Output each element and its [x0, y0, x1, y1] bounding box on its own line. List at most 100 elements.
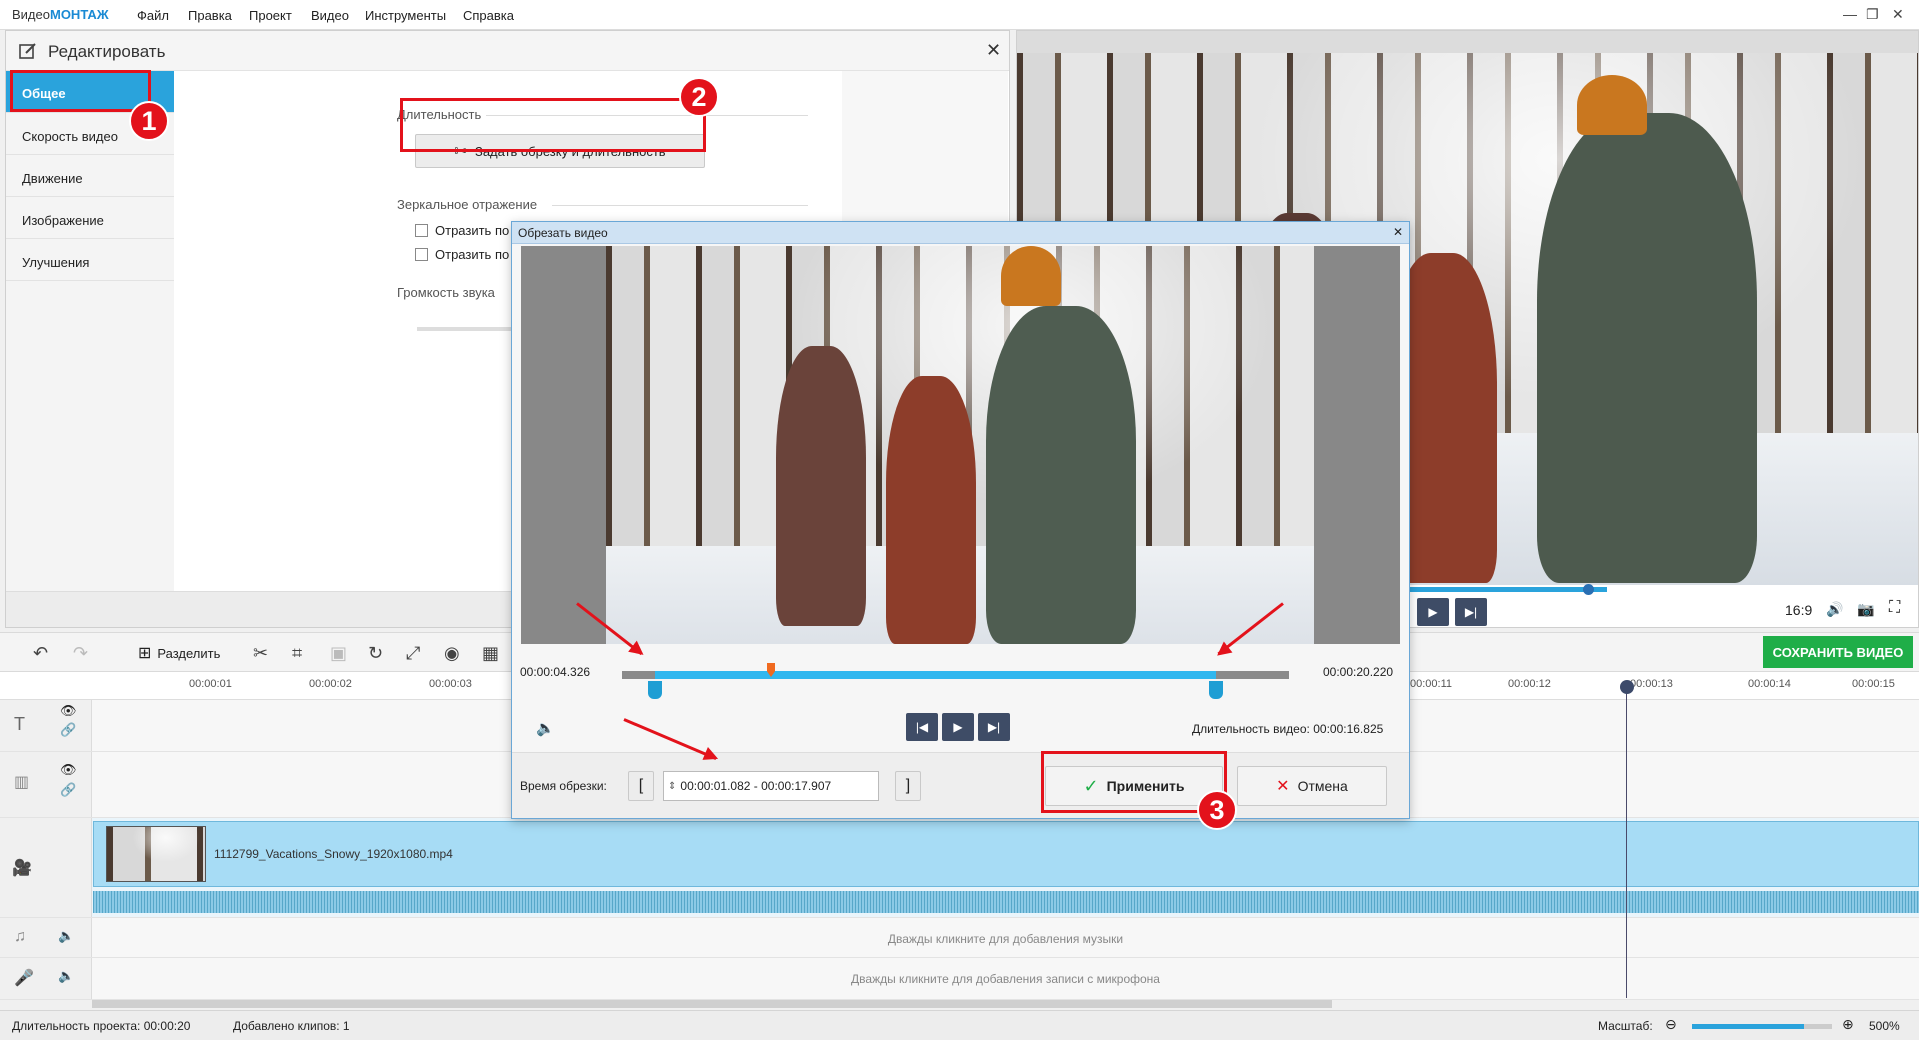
trim-range[interactable]: [655, 671, 1216, 679]
minimize-button[interactable]: —: [1843, 6, 1857, 22]
crop-icon[interactable]: ⌗: [292, 643, 302, 664]
zoom-slider[interactable]: [1692, 1024, 1832, 1029]
trim-time-input[interactable]: ⇕ 00:00:01.082 - 00:00:17.907: [663, 771, 879, 801]
redo-icon[interactable]: ↷: [73, 643, 88, 664]
film-icon: ▥: [14, 774, 30, 791]
trim-hat: [1001, 246, 1061, 306]
edit-sidebar: Общее Скорость видео Движение Изображени…: [6, 71, 174, 627]
rotate-icon[interactable]: ↻: [368, 643, 383, 664]
trim-track[interactable]: [622, 663, 1289, 699]
menu-help[interactable]: Справка: [463, 8, 514, 23]
trim-next-button[interactable]: ▶|: [978, 713, 1010, 741]
trim-end-handle[interactable]: [1208, 681, 1223, 699]
save-video-button[interactable]: СОХРАНИТЬ ВИДЕО: [1763, 636, 1913, 668]
tab-speed-label: Скорость видео: [22, 129, 118, 144]
mirror-v-row[interactable]: Отразить по: [415, 247, 509, 262]
trim-start-handle[interactable]: [648, 681, 663, 699]
menu-bar: ВидеоМОНТАЖ Файл Правка Проект Видео Инс…: [0, 0, 1919, 30]
set-start-button[interactable]: [: [628, 771, 654, 801]
speaker-icon[interactable]: 🔈: [58, 928, 74, 944]
split-icon: ⊞: [138, 645, 152, 662]
timeline-scrollbar[interactable]: [92, 1000, 1332, 1008]
video-clip[interactable]: 1112799_Vacations_Snowy_1920x1080.mp4: [93, 821, 1919, 887]
trim-play-button[interactable]: ▶: [942, 713, 974, 741]
edit-title: Редактировать: [48, 42, 166, 61]
highlight-general-tab: [10, 70, 151, 112]
ruler-tick: 00:00:02: [309, 678, 352, 690]
eye-icon[interactable]: 👁: [60, 703, 77, 719]
menu-project[interactable]: Проект: [249, 8, 292, 23]
volume-slider[interactable]: [417, 327, 517, 331]
undo-icon[interactable]: ↶: [33, 643, 48, 664]
trim-start-time: 00:00:04.326: [520, 665, 591, 679]
tab-improve-label: Улучшения: [22, 255, 90, 270]
zoom-label: Масштаб:: [1598, 1019, 1653, 1033]
link-icon[interactable]: 🔗: [60, 722, 76, 738]
trim-video: [521, 246, 1400, 644]
edit-icon: [19, 43, 36, 59]
fullscreen-icon[interactable]: ⛶: [1889, 599, 1900, 617]
play-icon: ▶: [1428, 605, 1438, 619]
frame-icon[interactable]: ▣: [330, 643, 347, 664]
speaker-icon[interactable]: 🔈: [58, 968, 74, 984]
app-logo: ВидеоМОНТАЖ: [12, 7, 109, 22]
microphone-icon: 🎤: [14, 970, 34, 987]
trim-prev-button[interactable]: |◀: [906, 713, 938, 741]
trim-volume-icon[interactable]: 🔈: [536, 719, 555, 737]
menu-edit[interactable]: Правка: [188, 8, 232, 23]
video-track-head: 🎥: [0, 818, 92, 917]
menu-file[interactable]: Файл: [137, 8, 169, 23]
cut-icon[interactable]: ✂: [253, 643, 268, 664]
aspect-ratio-select[interactable]: 16:9: [1785, 602, 1812, 618]
preview-next-button[interactable]: ▶|: [1455, 598, 1487, 626]
tab-improve[interactable]: Улучшения: [6, 239, 174, 281]
volume-label: Громкость звука: [397, 285, 495, 300]
link-icon[interactable]: 🔗: [60, 782, 76, 798]
trim-dialog-close-button[interactable]: ✕: [1393, 225, 1403, 239]
trim-person-man: [986, 306, 1136, 644]
mirror-h-checkbox[interactable]: [415, 224, 428, 237]
edit-close-button[interactable]: ✕: [986, 40, 1001, 61]
maximize-button[interactable]: ❐: [1866, 6, 1879, 23]
video-duration: Длительность видео: 00:00:16.825: [1192, 722, 1383, 736]
filter-icon[interactable]: ▦: [482, 643, 499, 664]
volume-icon[interactable]: 🔊: [1826, 601, 1843, 618]
music-track[interactable]: ♫ 🔈 Дважды кликните для добавления музык…: [0, 918, 1919, 958]
mirror-v-checkbox[interactable]: [415, 248, 428, 261]
close-window-button[interactable]: ✕: [1892, 6, 1904, 23]
trim-time-label: Время обрезки:: [520, 779, 607, 793]
play-icon: ▶: [953, 720, 963, 734]
trim-time-value: 00:00:01.082 - 00:00:17.907: [680, 779, 832, 793]
text-track-head: T 👁 🔗: [0, 700, 92, 751]
mic-track[interactable]: 🎤 🔈 Дважды кликните для добавления запис…: [0, 958, 1919, 1000]
zoom-out-icon[interactable]: ⊖: [1665, 1016, 1677, 1033]
menu-tools[interactable]: Инструменты: [365, 8, 446, 23]
playhead-handle[interactable]: [1620, 680, 1634, 694]
preview-play-button[interactable]: ▶: [1417, 598, 1449, 626]
mirror-label: Зеркальное отражение: [397, 197, 538, 212]
tab-image[interactable]: Изображение: [6, 197, 174, 239]
cancel-button[interactable]: ✕ Отмена: [1237, 766, 1387, 806]
audio-waveform[interactable]: [93, 891, 1919, 913]
playhead[interactable]: [1626, 682, 1627, 998]
spin-icon[interactable]: ⇕: [664, 781, 680, 792]
resize-icon[interactable]: ⤢: [406, 643, 420, 664]
clip-thumbnail: [106, 826, 206, 882]
skip-next-icon: ▶|: [987, 720, 1001, 734]
edit-header: Редактировать ✕: [6, 31, 1009, 71]
clip-name: 1112799_Vacations_Snowy_1920x1080.mp4: [214, 847, 453, 861]
eye-icon[interactable]: 👁: [60, 762, 77, 778]
menu-video[interactable]: Видео: [311, 8, 349, 23]
zoom-in-icon[interactable]: ⊕: [1842, 1016, 1854, 1033]
effects-icon[interactable]: ◉: [444, 643, 460, 664]
ruler-tick: 00:00:13: [1630, 678, 1673, 690]
set-end-button[interactable]: ]: [895, 771, 921, 801]
skip-back-icon: |◀: [915, 720, 929, 734]
tab-motion[interactable]: Движение: [6, 155, 174, 197]
music-icon: ♫: [14, 928, 26, 945]
snapshot-icon[interactable]: 📷: [1857, 601, 1874, 618]
split-button[interactable]: ⊞ Разделить: [138, 643, 220, 663]
ruler-tick: 00:00:01: [189, 678, 232, 690]
preview-progress-handle[interactable]: [1583, 584, 1594, 595]
clips-count: Добавлено клипов: 1: [233, 1019, 350, 1033]
